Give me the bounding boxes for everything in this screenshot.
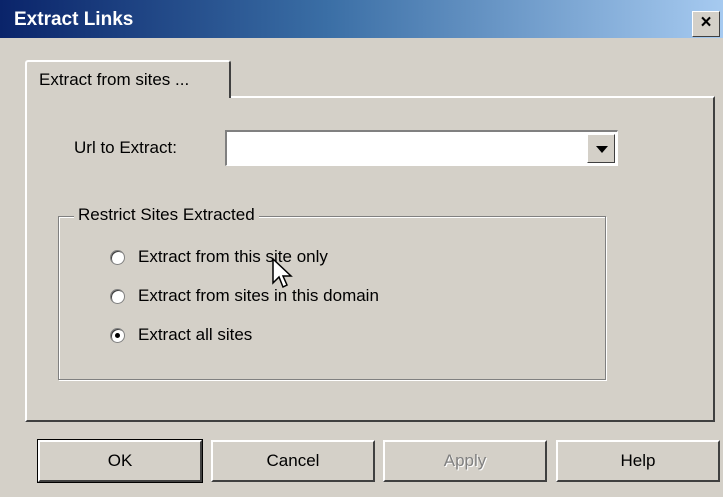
- group-title: Restrict Sites Extracted: [74, 205, 259, 225]
- help-label: Help: [620, 451, 656, 470]
- tab-extract-from-sites[interactable]: Extract from sites ...: [25, 60, 231, 98]
- tab-label: Extract from sites ...: [39, 70, 190, 89]
- cancel-label: Cancel: [266, 451, 320, 470]
- help-button[interactable]: Help: [556, 440, 720, 482]
- radio-button[interactable]: [110, 289, 125, 304]
- radio-label: Extract from sites in this domain: [138, 286, 379, 305]
- mouse-cursor-icon: [272, 258, 293, 289]
- close-icon: ×: [700, 12, 712, 33]
- url-label: Url to Extract:: [74, 138, 177, 157]
- ok-label: OK: [107, 451, 133, 470]
- radio-button[interactable]: [110, 250, 125, 265]
- ok-button[interactable]: OK: [37, 439, 203, 483]
- cancel-button[interactable]: Cancel: [211, 440, 375, 482]
- radio-label: Extract from this site only: [138, 247, 328, 266]
- radio-label: Extract all sites: [138, 325, 253, 344]
- title-bar: Extract Links ×: [0, 0, 723, 38]
- apply-label: Apply: [443, 451, 487, 470]
- url-combobox[interactable]: [225, 130, 618, 166]
- radio-button-selected[interactable]: [110, 328, 125, 343]
- window-title: Extract Links: [14, 9, 134, 30]
- chevron-down-icon[interactable]: [587, 134, 615, 163]
- close-button[interactable]: ×: [692, 11, 720, 37]
- apply-button[interactable]: Apply: [383, 440, 547, 482]
